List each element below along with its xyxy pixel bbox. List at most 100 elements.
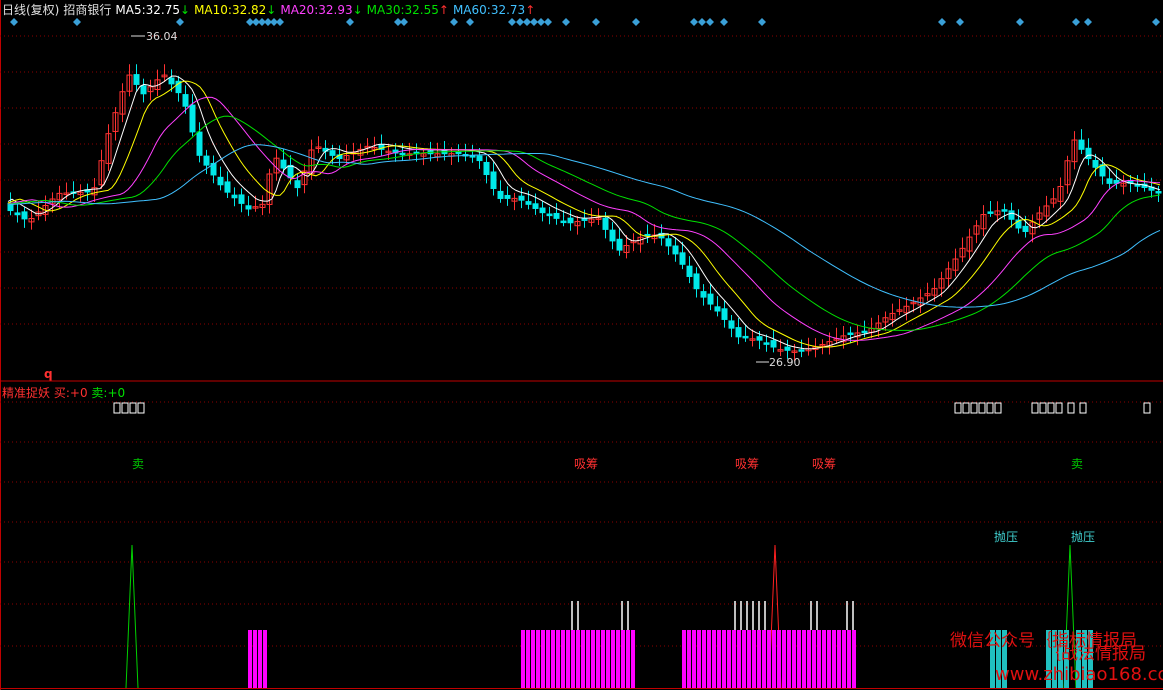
signal-diamond: [938, 18, 946, 26]
signal-diamond: [706, 18, 714, 26]
magenta-bar: [812, 630, 816, 688]
candle-body: [672, 245, 679, 255]
signal-box: [1047, 402, 1055, 414]
magenta-bar: [762, 630, 766, 688]
period-label: 日线(复权): [2, 3, 60, 17]
candle-body: [616, 238, 623, 251]
magenta-bar: [727, 630, 731, 688]
signal-box: [1143, 402, 1151, 414]
magenta-bar: [556, 630, 560, 688]
signal-diamond: [450, 18, 458, 26]
magenta-bar: [807, 630, 811, 688]
magenta-bar: [852, 630, 856, 688]
signal-box: [970, 402, 978, 414]
candle-body: [1001, 209, 1008, 212]
signal-box: [121, 402, 129, 414]
signal-diamond: [466, 18, 474, 26]
candle-body: [721, 308, 728, 320]
signal-diamond: [516, 18, 524, 26]
magenta-bar: [566, 630, 570, 688]
candle-body: [14, 212, 21, 216]
candle-body: [784, 346, 791, 351]
candle-body: [168, 77, 175, 85]
sell-label: 卖:: [91, 386, 108, 400]
candle-body: [567, 217, 574, 224]
candle-body: [1092, 159, 1099, 168]
magenta-bar: [531, 630, 535, 688]
candle-body: [504, 194, 511, 199]
candle-body: [21, 211, 28, 220]
magenta-bar: [626, 630, 630, 688]
magenta-bar: [797, 630, 801, 688]
magenta-bar: [712, 630, 716, 688]
low-label: 26.90: [769, 356, 801, 369]
candle-body: [497, 190, 504, 199]
signal-diamond: [720, 18, 728, 26]
magenta-bar: [571, 630, 575, 688]
magenta-bar: [777, 630, 781, 688]
magenta-bar: [561, 630, 565, 688]
magenta-bar: [792, 630, 796, 688]
magenta-bar: [717, 630, 721, 688]
chart-canvas: 36.04 26.90 q 卖 吸筹 吸筹 吸筹 卖抛压 抛压: [0, 0, 1163, 690]
candle-body: [742, 335, 749, 339]
signal-diamond: [10, 18, 18, 26]
candle-body: [700, 291, 707, 298]
candle-body: [763, 342, 770, 345]
signal-diamond: [346, 18, 354, 26]
magenta-bar: [742, 630, 746, 688]
magenta-bar: [737, 630, 741, 688]
magenta-bar: [611, 630, 615, 688]
signal-label-sell: 卖: [1071, 457, 1083, 471]
magenta-bar: [258, 630, 262, 688]
sell-value: +0: [107, 386, 126, 400]
candle-body: [532, 203, 539, 209]
magenta-bar: [702, 630, 706, 688]
signal-box: [1067, 402, 1075, 414]
signal-diamond: [592, 18, 600, 26]
magenta-bar: [253, 630, 257, 688]
candle-body: [455, 151, 462, 155]
candle-body: [483, 161, 490, 176]
signal-diamond: [530, 18, 538, 26]
signal-diamond: [698, 18, 706, 26]
candle-body: [714, 306, 721, 312]
ma20-value: 32.93: [318, 3, 353, 17]
magenta-bar: [782, 630, 786, 688]
candle-body: [280, 159, 287, 169]
magenta-bar: [692, 630, 696, 688]
candle-body: [224, 181, 231, 193]
magenta-bar: [576, 630, 580, 688]
candle-body: [770, 340, 777, 348]
candle-body: [553, 212, 560, 219]
candle-body: [679, 252, 686, 265]
magenta-bar: [546, 630, 550, 688]
magenta-bar: [536, 630, 540, 688]
candle-body: [476, 155, 483, 162]
candle-body: [525, 201, 532, 205]
signal-box: [986, 402, 994, 414]
signal-diamond: [508, 18, 516, 26]
magenta-bar: [787, 630, 791, 688]
magenta-bar: [767, 630, 771, 688]
candle-body: [238, 194, 245, 204]
signal-box: [954, 402, 962, 414]
magenta-bar: [827, 630, 831, 688]
ma30-label: MA30:: [366, 3, 405, 17]
signal-diamond: [537, 18, 545, 26]
candle-body: [203, 155, 210, 166]
magenta-bar: [606, 630, 610, 688]
magenta-bar: [621, 630, 625, 688]
signal-diamond: [1072, 18, 1080, 26]
signal-box: [1039, 402, 1047, 414]
magenta-bar: [832, 630, 836, 688]
candle-body: [294, 180, 301, 189]
sell-spike: [125, 544, 139, 689]
candle-body: [217, 176, 224, 186]
magenta-bar: [601, 630, 605, 688]
watermark-brand2: 战法情报局: [1061, 644, 1146, 664]
high-label: 36.04: [146, 30, 178, 43]
candle-body: [1134, 184, 1141, 187]
buy-label: 买:: [53, 386, 70, 400]
stock-name: 招商银行: [63, 3, 112, 17]
